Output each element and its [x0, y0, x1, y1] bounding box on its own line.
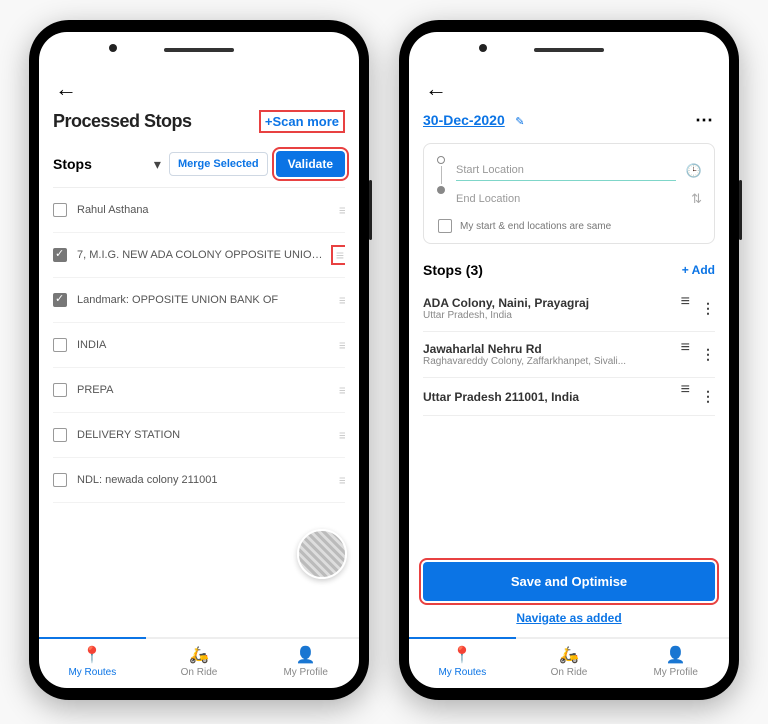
route-item[interactable]: Jawaharlal Nehru Rd Raghavareddy Colony,… [423, 332, 715, 378]
bottom-nav: 📍 My Routes 🛵 On Ride 👤 My Profile [39, 637, 359, 688]
page-title: Processed Stops [53, 111, 192, 132]
same-location-label: My start & end locations are same [460, 221, 611, 232]
stop-text: Rahul Asthana [77, 204, 329, 216]
reorder-icon[interactable]: ≡ [681, 300, 689, 317]
navigate-as-added-link[interactable]: Navigate as added [423, 601, 715, 629]
route-item[interactable]: Uttar Pradesh 211001, India ≡ ⋮ [423, 378, 715, 416]
location-card: Start Location 🕒 End Location ⇅ My start… [423, 143, 715, 244]
route-item[interactable]: ADA Colony, Naini, Prayagraj Uttar Prade… [423, 286, 715, 332]
nav-my-profile[interactable]: 👤 My Profile [622, 639, 729, 688]
nav-on-ride[interactable]: 🛵 On Ride [146, 639, 253, 688]
stop-text: PREPA [77, 384, 329, 396]
screen-route-builder: ← 30-Dec-2020 ✎ ⋯ Start L [409, 32, 729, 688]
nav-label: My Routes [438, 667, 486, 678]
scanned-image-thumbnail[interactable] [297, 529, 347, 579]
route-title: Jawaharlal Nehru Rd [423, 342, 673, 356]
nav-label: My Routes [68, 667, 116, 678]
reorder-icon[interactable]: ≡ [681, 346, 689, 363]
stop-text: 7, M.I.G. NEW ADA COLONY OPPOSITE UNION … [77, 249, 323, 261]
start-location-input[interactable]: Start Location [456, 160, 676, 181]
stop-checkbox[interactable] [53, 338, 67, 352]
phone-right: ← 30-Dec-2020 ✎ ⋯ Start L [399, 20, 739, 700]
nav-label: On Ride [551, 667, 588, 678]
screen-processed-stops: ← Processed Stops +Scan more Stops ▾ Mer… [39, 32, 359, 688]
phone-left: ← Processed Stops +Scan more Stops ▾ Mer… [29, 20, 369, 700]
nav-label: My Profile [283, 667, 327, 678]
ride-icon: 🛵 [146, 645, 253, 665]
stop-text: Landmark: OPPOSITE UNION BANK OF [77, 294, 329, 306]
scan-more-button[interactable]: +Scan more [259, 110, 345, 133]
route-title: Uttar Pradesh 211001, India [423, 390, 673, 404]
nav-on-ride[interactable]: 🛵 On Ride [516, 639, 623, 688]
route-subtitle: Uttar Pradesh, India [423, 310, 673, 321]
reorder-icon[interactable]: ≡ [681, 388, 689, 405]
stop-checkbox[interactable] [53, 203, 67, 217]
drag-handle-icon[interactable]: ≡ [333, 247, 345, 263]
date-label: 30-Dec-2020 [423, 112, 505, 128]
route-subtitle: Raghavareddy Colony, Zaffarkhanpet, Siva… [423, 356, 673, 367]
power-button [739, 180, 742, 240]
item-menu-icon[interactable]: ⋮ [701, 300, 715, 317]
stop-checkbox[interactable] [53, 383, 67, 397]
stop-checkbox[interactable] [53, 293, 67, 307]
add-stop-button[interactable]: + Add [682, 263, 715, 277]
end-location-input[interactable]: End Location [456, 189, 681, 209]
stops-list: Rahul Asthana ≡ 7, M.I.G. NEW ADA COLONY… [53, 188, 345, 637]
date-selector[interactable]: 30-Dec-2020 ✎ [423, 112, 524, 130]
stop-item[interactable]: NDL: newada colony 211001 ≡ [53, 458, 345, 503]
drag-handle-icon[interactable]: ≡ [339, 427, 345, 443]
back-button[interactable]: ← [423, 72, 715, 110]
routes-icon: 📍 [409, 645, 516, 665]
swap-icon[interactable]: ⇅ [691, 191, 702, 207]
stop-checkbox[interactable] [53, 248, 67, 262]
nav-label: On Ride [181, 667, 218, 678]
stop-checkbox[interactable] [53, 428, 67, 442]
profile-icon: 👤 [622, 645, 729, 665]
stop-item[interactable]: 7, M.I.G. NEW ADA COLONY OPPOSITE UNION … [53, 233, 345, 278]
item-menu-icon[interactable]: ⋮ [701, 388, 715, 405]
route-title: ADA Colony, Naini, Prayagraj [423, 296, 673, 310]
save-optimise-button[interactable]: Save and Optimise [423, 562, 715, 601]
power-button [369, 180, 372, 240]
filter-icon[interactable]: ▾ [154, 156, 161, 173]
stop-item[interactable]: DELIVERY STATION ≡ [53, 413, 345, 458]
edit-icon[interactable]: ✎ [515, 116, 524, 128]
stop-item[interactable]: Rahul Asthana ≡ [53, 188, 345, 233]
stop-item[interactable]: Landmark: OPPOSITE UNION BANK OF ≡ [53, 278, 345, 323]
stop-text: INDIA [77, 339, 329, 351]
drag-handle-icon[interactable]: ≡ [339, 382, 345, 398]
drag-handle-icon[interactable]: ≡ [339, 472, 345, 488]
stops-label: Stops [53, 156, 146, 172]
nav-label: My Profile [653, 667, 697, 678]
item-menu-icon[interactable]: ⋮ [701, 346, 715, 363]
routes-icon: 📍 [39, 645, 146, 665]
same-location-checkbox[interactable] [438, 219, 452, 233]
more-options-button[interactable]: ⋯ [695, 110, 715, 131]
stop-text: DELIVERY STATION [77, 429, 329, 441]
drag-handle-icon[interactable]: ≡ [339, 337, 345, 353]
stop-item[interactable]: INDIA ≡ [53, 323, 345, 368]
stop-text: NDL: newada colony 211001 [77, 474, 329, 486]
routes-list: ADA Colony, Naini, Prayagraj Uttar Prade… [423, 286, 715, 416]
route-marker-icon [436, 156, 446, 213]
merge-selected-button[interactable]: Merge Selected [169, 152, 268, 176]
clock-icon[interactable]: 🕒 [686, 163, 702, 179]
stops-count-label: Stops (3) [423, 262, 483, 278]
profile-icon: 👤 [252, 645, 359, 665]
drag-handle-icon[interactable]: ≡ [339, 292, 345, 308]
drag-handle-icon[interactable]: ≡ [339, 202, 345, 218]
ride-icon: 🛵 [516, 645, 623, 665]
nav-my-routes[interactable]: 📍 My Routes [409, 639, 516, 688]
bottom-nav: 📍 My Routes 🛵 On Ride 👤 My Profile [409, 637, 729, 688]
stop-checkbox[interactable] [53, 473, 67, 487]
validate-button[interactable]: Validate [276, 151, 345, 177]
back-button[interactable]: ← [53, 72, 345, 110]
stop-item[interactable]: PREPA ≡ [53, 368, 345, 413]
nav-my-profile[interactable]: 👤 My Profile [252, 639, 359, 688]
nav-my-routes[interactable]: 📍 My Routes [39, 639, 146, 688]
